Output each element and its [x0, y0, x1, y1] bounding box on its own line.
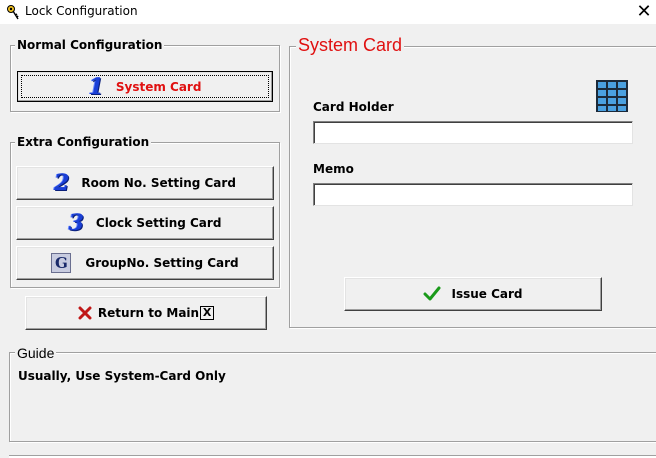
- number-two-icon: 2: [54, 170, 70, 196]
- clock-setting-card-label: Clock Setting Card: [95, 216, 222, 230]
- group-g-icon: G: [51, 253, 72, 273]
- clock-setting-card-button[interactable]: 3 Clock Setting Card: [16, 206, 274, 240]
- group-no-setting-card-label: GroupNo. Setting Card: [85, 256, 239, 270]
- number-three-icon: 3: [68, 210, 84, 236]
- normal-configuration-legend: Normal Configuration: [15, 38, 165, 52]
- system-card-button-label: System Card: [115, 79, 202, 94]
- keypad-icon: [596, 80, 628, 112]
- memo-input[interactable]: [313, 183, 633, 206]
- system-card-panel-title: System Card: [296, 35, 405, 56]
- guide-group: [9, 352, 656, 442]
- checkmark-icon: [423, 286, 441, 301]
- window-title: Lock Configuration: [25, 4, 138, 18]
- number-one-icon: 1: [88, 73, 104, 100]
- key-icon: [7, 5, 19, 20]
- close-icon[interactable]: ✕: [632, 1, 656, 23]
- system-card-button[interactable]: 1 System Card: [17, 71, 273, 102]
- x-mark-icon: [78, 306, 92, 320]
- return-to-main-label: Return to Main: [97, 306, 200, 320]
- group-no-setting-card-button[interactable]: G GroupNo. Setting Card: [16, 246, 274, 280]
- card-holder-label: Card Holder: [313, 100, 394, 114]
- room-no-setting-card-label: Room No. Setting Card: [81, 176, 236, 190]
- return-hotkey-box: X: [200, 306, 215, 320]
- return-to-main-button[interactable]: Return to Main X: [25, 296, 267, 330]
- card-holder-input[interactable]: [313, 121, 633, 144]
- extra-configuration-legend: Extra Configuration: [15, 135, 152, 149]
- memo-label: Memo: [313, 162, 354, 176]
- guide-legend: Guide: [15, 345, 57, 361]
- title-bar: Lock Configuration ✕: [0, 0, 656, 24]
- guide-text: Usually, Use System-Card Only: [18, 369, 226, 383]
- issue-card-label: Issue Card: [451, 287, 523, 301]
- issue-card-button[interactable]: Issue Card: [344, 277, 602, 311]
- room-no-setting-card-button[interactable]: 2 Room No. Setting Card: [16, 166, 274, 200]
